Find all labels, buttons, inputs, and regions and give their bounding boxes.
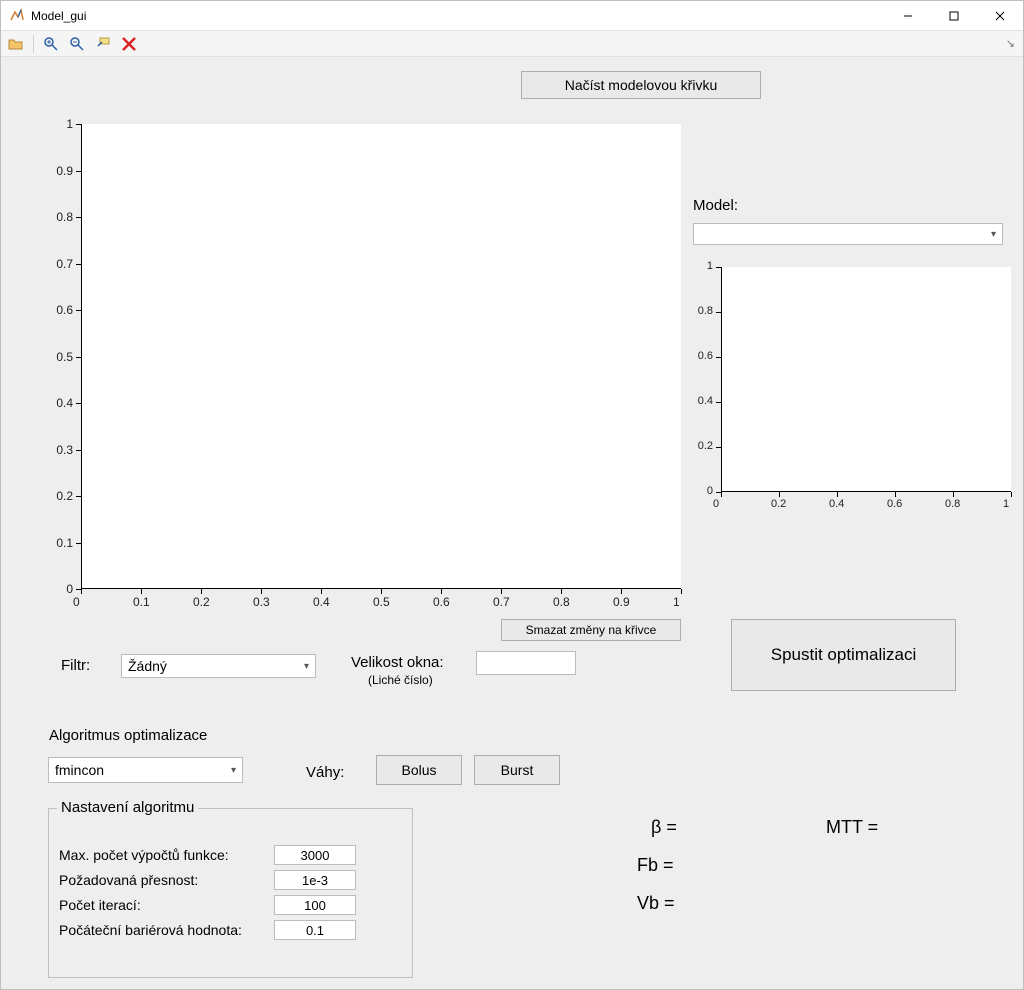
x-tick-label: 1 — [1003, 498, 1009, 510]
main-plot-area[interactable] — [81, 124, 681, 589]
filter-select[interactable]: Žádný ▾ — [121, 654, 316, 678]
max-func-evals-label: Max. počet výpočtů funkce: — [59, 847, 229, 863]
zoom-in-icon[interactable] — [40, 33, 62, 55]
secondary-plot-area[interactable] — [721, 267, 1011, 492]
y-tick-label: 0.6 — [56, 303, 73, 317]
algo-settings-legend: Nastavení algoritmu — [57, 799, 198, 816]
opt-algo-label: Algoritmus optimalizace — [49, 727, 207, 744]
x-tick-label: 0.4 — [313, 595, 330, 609]
x-tick-label: 0.6 — [433, 595, 450, 609]
y-tick-label: 0.2 — [698, 440, 713, 452]
bolus-button[interactable]: Bolus — [376, 755, 462, 785]
opt-algo-select[interactable]: fmincon ▾ — [48, 757, 243, 783]
x-tick-label: 0.7 — [493, 595, 510, 609]
burst-button[interactable]: Burst — [474, 755, 560, 785]
y-tick-label: 0.6 — [698, 350, 713, 362]
init-barrier-label: Počáteční bariérová hodnota: — [59, 922, 242, 938]
y-tick-label: 1 — [707, 260, 713, 272]
filter-select-value: Žádný — [128, 658, 167, 674]
toolbar-separator — [33, 35, 34, 53]
matlab-logo-icon — [9, 8, 25, 24]
y-tick-label: 0 — [66, 582, 73, 596]
x-tick-label: 0.8 — [553, 595, 570, 609]
chevron-down-icon: ▾ — [231, 765, 236, 776]
x-tick-label: 0.8 — [945, 498, 960, 510]
data-cursor-icon[interactable] — [92, 33, 114, 55]
y-tick-label: 0.5 — [56, 350, 73, 364]
x-tick-label: 0.6 — [887, 498, 902, 510]
title-bar: Model_gui — [1, 1, 1023, 31]
y-tick-label: 0.9 — [56, 164, 73, 178]
x-tick-label: 0.3 — [253, 595, 270, 609]
num-iter-input[interactable] — [274, 895, 356, 915]
resize-grip-icon: ↘ — [1006, 37, 1019, 50]
y-tick-label: 0.8 — [698, 305, 713, 317]
run-optimization-button[interactable]: Spustit optimalizaci — [731, 619, 956, 691]
y-tick-label: 0.1 — [56, 536, 73, 550]
mtt-label: MTT = — [826, 817, 878, 838]
beta-label: β = — [651, 817, 677, 838]
filter-label: Filtr: — [61, 657, 90, 674]
x-tick-label: 0.1 — [133, 595, 150, 609]
window-size-label: Velikost okna: — [351, 654, 444, 671]
algo-settings-group: Nastavení algoritmu Max. počet výpočtů f… — [48, 808, 413, 978]
x-tick-label: 1 — [673, 595, 680, 609]
x-tick-label: 0 — [713, 498, 719, 510]
y-tick-label: 0.8 — [56, 210, 73, 224]
delete-icon[interactable] — [118, 33, 140, 55]
x-tick-label: 0.2 — [771, 498, 786, 510]
secondary-axes[interactable]: 0 0.2 0.4 0.6 0.8 1 0 0.2 0.4 0.6 0.8 1 — [691, 262, 1021, 530]
x-tick-label: 0.2 — [193, 595, 210, 609]
x-tick-label: 0.5 — [373, 595, 390, 609]
main-axes[interactable]: 0 0.1 0.2 0.3 0.4 0.5 0.6 0.7 0.8 0.9 1 0 0.1 0.2 0.3 0… — [31, 117, 691, 647]
close-button[interactable] — [977, 1, 1023, 31]
toolbar: ↘ — [1, 31, 1023, 57]
app-window: Model_gui ↘ Načíst modelovou křivku 0 0.1… — [0, 0, 1024, 990]
window-title: Model_gui — [31, 9, 885, 23]
req-accuracy-input[interactable] — [274, 870, 356, 890]
y-tick-label: 1 — [66, 117, 73, 131]
figure-client: Načíst modelovou křivku 0 0.1 0.2 0.3 0.4 0.5… — [1, 57, 1023, 989]
chevron-down-icon: ▾ — [304, 661, 309, 672]
x-tick-label: 0.4 — [829, 498, 844, 510]
y-tick-label: 0.4 — [698, 395, 713, 407]
y-tick-label: 0 — [707, 485, 713, 497]
x-tick-label: 0 — [73, 595, 80, 609]
fb-label: Fb = — [637, 855, 674, 876]
y-tick-label: 0.3 — [56, 443, 73, 457]
maximize-button[interactable] — [931, 1, 977, 31]
chevron-down-icon: ▾ — [991, 229, 996, 240]
zoom-out-icon[interactable] — [66, 33, 88, 55]
weights-label: Váhy: — [306, 764, 344, 781]
y-tick-label: 0.2 — [56, 489, 73, 503]
num-iter-label: Počet iterací: — [59, 897, 141, 913]
minimize-button[interactable] — [885, 1, 931, 31]
x-tick-label: 0.9 — [613, 595, 630, 609]
window-size-hint: (Liché číslo) — [368, 673, 433, 687]
y-tick-label: 0.4 — [56, 396, 73, 410]
max-func-evals-input[interactable] — [274, 845, 356, 865]
clear-curve-changes-button[interactable]: Smazat změny na křivce — [501, 619, 681, 641]
load-model-curve-button[interactable]: Načíst modelovou křivku — [521, 71, 761, 99]
req-accuracy-label: Požadovaná přesnost: — [59, 872, 198, 888]
window-size-input[interactable] — [476, 651, 576, 675]
init-barrier-input[interactable] — [274, 920, 356, 940]
open-folder-icon[interactable] — [5, 33, 27, 55]
model-label: Model: — [693, 197, 738, 214]
y-tick-label: 0.7 — [56, 257, 73, 271]
model-select[interactable]: ▾ — [693, 223, 1003, 245]
vb-label: Vb = — [637, 893, 675, 914]
opt-algo-select-value: fmincon — [55, 762, 104, 778]
